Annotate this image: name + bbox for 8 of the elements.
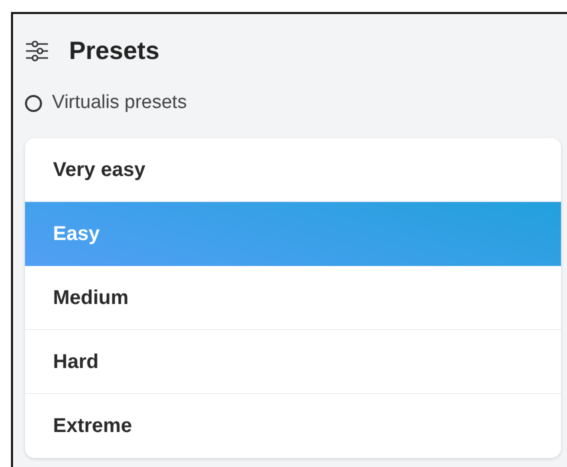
settings-sliders-icon [25, 40, 49, 62]
preset-item[interactable]: Very easy [25, 138, 561, 202]
radio-label: Virtualis presets [52, 90, 187, 115]
preset-item[interactable]: Extreme [25, 394, 561, 458]
preset-item[interactable]: Medium [25, 266, 561, 330]
preset-item[interactable]: Hard [25, 330, 561, 394]
radio-button[interactable] [25, 94, 42, 112]
panel-title: Presets [69, 36, 160, 66]
